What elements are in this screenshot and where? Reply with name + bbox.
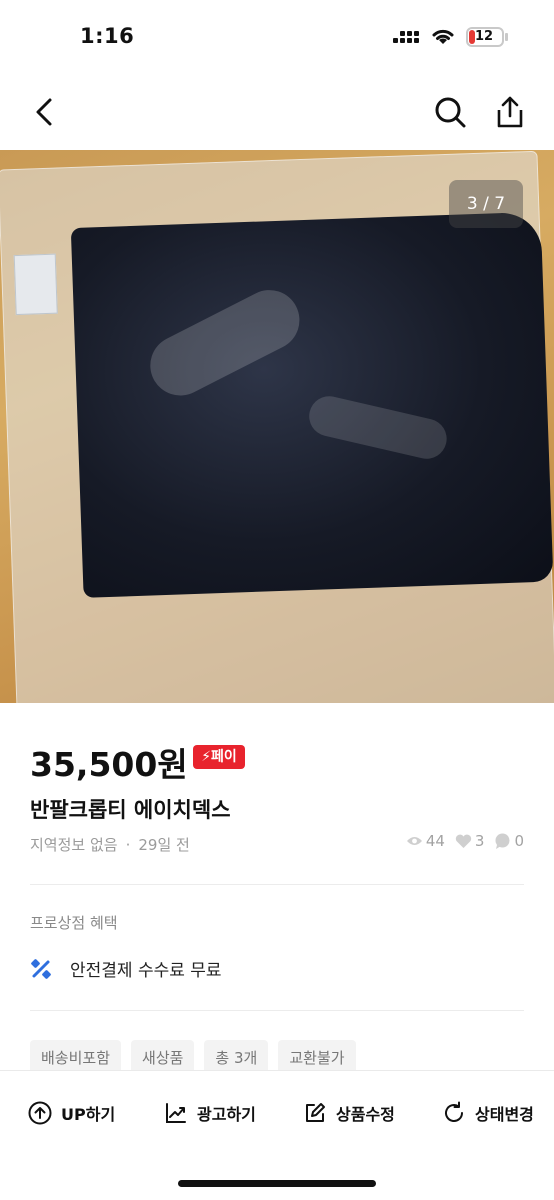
home-indicator [178,1180,376,1187]
benefit-title: 프로상점 혜택 [30,914,118,932]
photo-counter: 3 / 7 [449,180,523,228]
discount-icon [31,958,51,979]
up-button[interactable]: UP하기 [28,1101,115,1125]
divider [30,884,524,885]
chevron-left-icon[interactable] [28,94,64,130]
like-count: 3 [474,832,485,850]
product-title: 반팔크롭티 에이치덱스 [30,798,231,822]
status-bar: 1:16 12 [0,0,554,76]
top-nav-bar [0,76,554,148]
advertise-button-label: 광고하기 [197,1105,256,1124]
product-stats: 44 3 0 [396,832,524,850]
up-button-label: UP하기 [61,1105,116,1124]
advertise-button[interactable]: 광고하기 [164,1101,256,1125]
time-ago: 29일 전 [138,836,190,854]
arrow-up-circle-icon [28,1101,52,1125]
change-status-button[interactable]: 상태변경 [442,1101,534,1125]
pay-badge-label: 페이 [211,749,237,765]
plastic-bag [0,150,554,703]
view-count: 44 [425,832,445,850]
battery-level: 12 [475,29,494,44]
chat-count: 0 [514,832,524,850]
change-status-button-label: 상태변경 [475,1105,534,1124]
battery-icon: 12 [466,27,504,47]
edit-product-button[interactable]: 상품수정 [303,1101,395,1125]
heart-icon [455,834,472,848]
bag-label [13,253,58,316]
search-icon[interactable] [432,94,468,130]
share-icon[interactable] [492,94,528,130]
divider [30,1010,524,1011]
location: 지역정보 없음 [30,836,118,854]
pay-badge: ⚡페이 [193,745,245,769]
chat-icon [495,833,510,849]
benefit-item: 안전결제 수수료 무료 [30,956,222,981]
refresh-icon [445,1101,463,1122]
eye-icon [406,837,422,845]
price: 35,500원 [30,745,188,784]
product-meta: 지역정보 없음 · 29일 전 [30,836,190,854]
product-photo[interactable]: 3 / 7 [0,150,554,703]
status-time: 1:16 [80,24,135,48]
lightning-icon: ⚡ [201,749,212,765]
benefit-label: 안전결제 수수료 무료 [70,961,222,981]
cellular-signal-icon [393,28,423,48]
trend-chart-icon [166,1103,186,1123]
wifi-icon [432,29,454,44]
edit-icon [306,1103,325,1122]
edit-product-button-label: 상품수정 [336,1105,395,1124]
